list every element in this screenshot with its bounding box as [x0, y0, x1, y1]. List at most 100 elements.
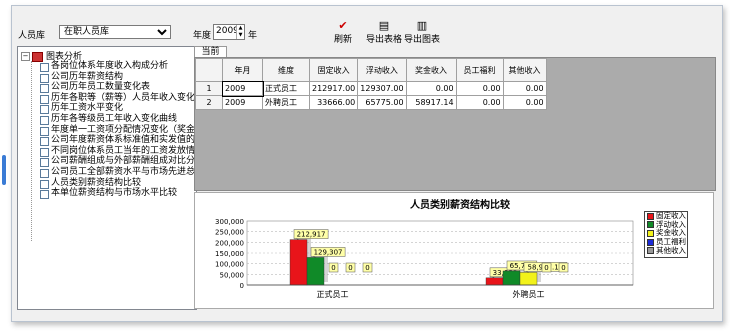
data-label: 0 [561, 264, 565, 272]
chart-legend: 固定收入 浮动收入 奖金收入 员工福利 其他收入 [644, 211, 688, 258]
table-cell[interactable]: 正式员工 [262, 81, 310, 96]
table-cell[interactable]: 外聘员工 [262, 95, 310, 110]
tree-item[interactable]: 本单位薪资结构与市场水平比较 [40, 188, 196, 200]
data-grid[interactable]: 年月 维度 固定收入 浮动收入 奖金收入 员工福利 其他收入 1 2009 正式员工 212917.… [194, 57, 716, 191]
window-edge-indicator [2, 155, 6, 185]
collapse-icon[interactable]: − [21, 52, 30, 61]
tree-item[interactable]: 历年各职等（薪等）人员年收入变化情况 [40, 92, 197, 104]
tree-item[interactable]: 各岗位体系年度收入构成分析 [40, 61, 196, 72]
y-tick-label: 50,000 [220, 271, 245, 279]
legend-label: 固定收入 [656, 211, 686, 220]
spin-arrows-icon[interactable]: ▲ ▼ [236, 25, 244, 39]
x-category-label: 外聘员工 [513, 289, 545, 299]
table-cell[interactable]: 65775.00 [357, 95, 407, 110]
x-category-label: 正式员工 [317, 289, 349, 299]
y-tick-label: 150,000 [215, 250, 244, 258]
tree-item-label: 不同岗位体系员工当年的工资发放情况 [51, 145, 197, 156]
export-chart-icon: ▥ [416, 19, 428, 32]
data-label: 0 [331, 264, 335, 272]
tree-item[interactable]: 公司历年薪资结构 [40, 71, 196, 83]
tree-connector [31, 61, 32, 241]
tree-item[interactable]: 不同岗位体系员工当年的工资发放情况 [40, 145, 197, 157]
export-table-icon: ▤ [378, 19, 390, 32]
y-tick-label: 0 [240, 282, 244, 290]
bar [289, 239, 308, 286]
tree-item[interactable]: 人员类别薪资结构比较 [40, 177, 196, 189]
table-row[interactable]: 1 2009 正式员工 212917.00 129307.00 0.00 0.00 0.00 [195, 80, 547, 97]
bar [519, 272, 538, 286]
table-cell[interactable]: 58917.14 [405, 95, 457, 110]
column-header[interactable]: 维度 [262, 58, 310, 82]
table-cell[interactable]: 0.00 [455, 81, 504, 96]
chart-title: 人员类别薪资结构比较 [410, 198, 510, 211]
legend-swatch [647, 221, 654, 229]
tree-item-label: 历年工资水平变化 [51, 103, 124, 114]
tree-items: 各岗位体系年度收入构成分析 公司历年薪资结构 公司历年员工数量变化表 历年各职等（薪等… [40, 61, 197, 200]
table-cell[interactable]: 0.00 [502, 81, 547, 96]
legend-swatch [647, 238, 654, 246]
data-label: 212,917 [297, 231, 326, 239]
table-row[interactable]: 2 2009 外聘员工 33666.00 65775.00 58917.14 0.00 0.0… [195, 95, 547, 110]
bar [502, 270, 521, 286]
lib-label: 人员库 [18, 31, 46, 41]
tree-item[interactable]: 公司员工全部薪资水平与市场先进总体 [40, 166, 197, 178]
tree-item-label: 历年各职等（薪等）人员年收入变化情况 [51, 92, 197, 103]
table-cell[interactable]: 129307.00 [357, 81, 407, 96]
table-cell[interactable]: 2009 [221, 80, 264, 97]
column-header[interactable]: 年月 [222, 58, 263, 82]
tree-item[interactable]: 年度单一工资项分配情况变化（奖金） [40, 124, 197, 136]
column-header[interactable]: 员工福利 [455, 58, 504, 82]
row-number: 2 [195, 95, 223, 110]
row-number: 1 [195, 81, 223, 96]
table-cell[interactable]: 2009 [222, 95, 263, 110]
bar [485, 277, 504, 286]
main-window: 人员库 在职人员库 年度 ▲▼ 年 ✔ 刷新 ▤ 导出表格 ▥ 导出图表 −图表… [11, 5, 723, 322]
tree-item[interactable]: 公司年度薪资体系标准值和实发值的比较 [40, 135, 197, 147]
tree-item-label: 历年各等级员工年收入变化曲线 [51, 113, 178, 124]
y-tick-label: 250,000 [215, 229, 244, 237]
tree-item-label: 公司年度薪资体系标准值和实发值的比较 [51, 135, 197, 146]
tree-item-label: 人员类别薪资结构比较 [51, 177, 142, 188]
table-cell[interactable]: 212917.00 [308, 81, 359, 96]
y-tick-label: 300,000 [215, 218, 244, 226]
tree-item[interactable]: 公司历年员工数量变化表 [40, 82, 196, 94]
table-cell[interactable]: 0.00 [502, 95, 547, 110]
tree-item-label: 公司员工全部薪资水平与市场先进总体 [51, 166, 197, 177]
data-label: 129,307 [314, 248, 343, 256]
legend-swatch [647, 212, 654, 220]
analysis-tree[interactable]: − 图表分析 各岗位体系年度收入构成分析 公司历年薪资结构 公司历年员工数量变化表 历年… [17, 46, 197, 310]
bar [306, 257, 325, 286]
table-cell[interactable]: 0.00 [405, 81, 457, 96]
bar-chart: 300,000 250,000 200,000 150,000 100,000 50,00… [215, 198, 634, 299]
tree-item[interactable]: 历年工资水平变化 [40, 103, 196, 115]
tree-item-label: 年度单一工资项分配情况变化（奖金） [51, 124, 197, 135]
lib-select[interactable]: 在职人员库 [59, 25, 171, 39]
year-spinner[interactable]: ▲▼ [213, 24, 245, 40]
column-header[interactable]: 奖金收入 [405, 58, 457, 82]
column-header[interactable]: 浮动收入 [357, 58, 407, 82]
year-input[interactable] [214, 25, 237, 37]
tree-item[interactable]: 历年各等级员工年收入变化曲线 [40, 113, 196, 125]
table-cell[interactable]: 33666.00 [308, 95, 359, 110]
refresh-button[interactable]: ✔ 刷新 [334, 19, 352, 45]
checkmark-icon: ✔ [338, 19, 348, 32]
grid-corner [195, 58, 223, 82]
tree-item[interactable]: 公司薪酬组成与外部薪酬组成对比分析 [40, 156, 197, 168]
tree-item-label: 公司薪酬组成与外部薪酬组成对比分析 [51, 156, 197, 167]
data-label: 0 [544, 264, 548, 272]
column-header[interactable]: 其他收入 [502, 58, 547, 82]
export-chart-button[interactable]: ▥ 导出图表 [404, 19, 440, 45]
data-label: 0 [365, 264, 369, 272]
column-header[interactable]: 固定收入 [308, 58, 359, 82]
year-unit: 年 [248, 31, 258, 41]
legend-swatch [647, 229, 654, 237]
table-cell[interactable]: 0.00 [455, 95, 504, 110]
legend-label: 其他收入 [656, 245, 686, 255]
export-table-button[interactable]: ▤ 导出表格 [366, 19, 402, 45]
tree-item-label: 公司历年薪资结构 [51, 71, 124, 82]
legend-swatch [647, 247, 654, 255]
legend-item: 其他收入 [645, 245, 687, 256]
chart-area: 300,000 250,000 200,000 150,000 100,000 50,00… [194, 192, 714, 309]
tree-item-label: 各岗位体系年度收入构成分析 [51, 61, 169, 71]
tree-item-label: 本单位薪资结构与市场水平比较 [51, 188, 178, 199]
